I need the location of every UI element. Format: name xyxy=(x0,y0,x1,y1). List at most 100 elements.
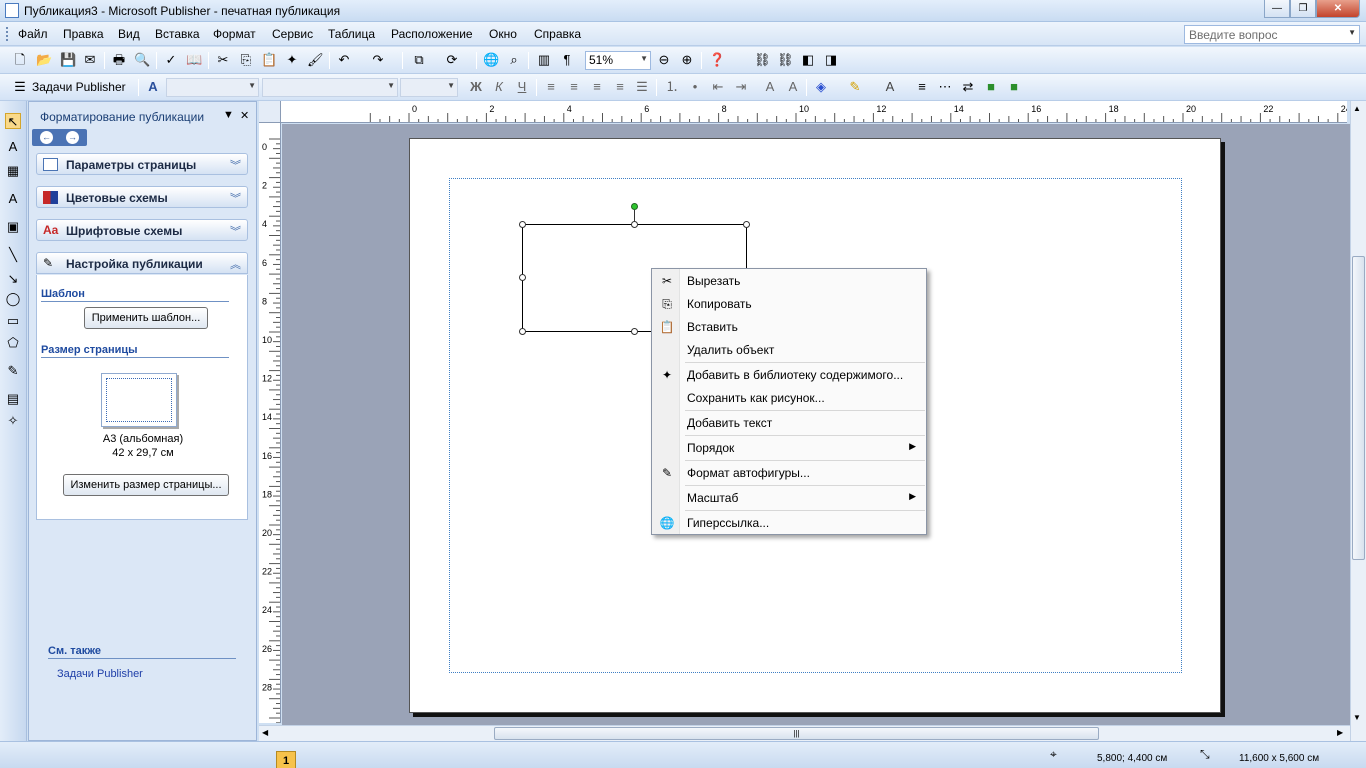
special-chars-icon[interactable]: ¶ xyxy=(559,52,575,68)
resize-handle[interactable] xyxy=(519,328,526,335)
menu-table[interactable]: Таблица xyxy=(328,27,375,41)
ask-question-input[interactable]: Введите вопрос ▼ xyxy=(1184,25,1360,44)
resize-handle[interactable] xyxy=(743,221,750,228)
format-painter-icon[interactable]: ✦ xyxy=(284,52,300,68)
menu-item-format-autoshape[interactable]: ✎ Формат автофигуры... xyxy=(654,462,924,484)
rectangle-icon[interactable]: ▭ xyxy=(5,313,21,329)
apply-template-button[interactable]: Применить шаблон... xyxy=(84,307,208,329)
business-info-icon[interactable]: ✧ xyxy=(5,413,21,429)
section-color-schemes[interactable]: Цветовые схемы ︾ xyxy=(36,186,248,208)
zoom-page-icon[interactable]: ⌕ xyxy=(506,52,522,68)
underline-button[interactable]: Ч xyxy=(514,79,530,95)
menu-item-delete-object[interactable]: Удалить объект xyxy=(654,339,924,361)
font-size-combo[interactable]: ▼ xyxy=(400,78,458,97)
decrease-indent-icon[interactable]: ⇤ xyxy=(710,79,726,95)
line-icon[interactable]: ╲ xyxy=(5,247,21,263)
email-icon[interactable]: ✉ xyxy=(82,52,98,68)
restore-button[interactable]: ❐ xyxy=(1290,0,1316,18)
menu-item-hyperlink[interactable]: 🌐 Гиперссылка... xyxy=(654,512,924,534)
print-preview-icon[interactable]: 🔍 xyxy=(134,52,150,68)
menu-view[interactable]: Вид xyxy=(118,27,140,41)
tasks-publisher-label[interactable]: Задачи Publisher xyxy=(32,80,126,94)
redo-icon[interactable]: ↷ xyxy=(370,52,386,68)
chevron-down-icon[interactable]: ▼ xyxy=(640,54,648,63)
back-icon[interactable]: ← xyxy=(40,131,53,144)
bold-button[interactable]: Ж xyxy=(468,79,484,95)
justify-icon[interactable]: ≡ xyxy=(612,79,628,95)
3d-style-icon[interactable]: ■ xyxy=(1006,79,1022,95)
wordart-icon[interactable]: A xyxy=(5,191,21,207)
section-page-options[interactable]: Параметры страницы ︾ xyxy=(36,153,248,175)
horizontal-scroll-thumb[interactable]: ||| xyxy=(494,727,1099,740)
copy-icon[interactable]: ⎘ xyxy=(238,52,254,68)
print-icon[interactable]: 🖶 xyxy=(111,52,127,68)
cut-icon[interactable]: ✂ xyxy=(215,52,231,68)
menu-tools[interactable]: Сервис xyxy=(272,27,313,41)
zoom-in-icon[interactable]: ⊕ xyxy=(679,52,695,68)
columns-icon[interactable]: ▥ xyxy=(536,52,552,68)
horizontal-scrollbar[interactable]: ◀ ||| ▶ xyxy=(259,725,1350,741)
prev-frame-icon[interactable]: ◧ xyxy=(800,52,816,68)
insert-table-icon[interactable]: ▦ xyxy=(5,163,21,179)
fill-color-icon[interactable]: ◈ xyxy=(813,79,829,95)
change-page-size-button[interactable]: Изменить размер страницы... xyxy=(63,474,229,496)
page-number-badge[interactable]: 1 xyxy=(276,751,296,768)
menu-item-paste[interactable]: 📋 Вставить xyxy=(654,316,924,338)
menu-item-order[interactable]: Порядок ▶ xyxy=(654,437,924,459)
line-color-icon[interactable]: ✎ xyxy=(847,79,863,95)
oval-icon[interactable]: ◯ xyxy=(5,291,21,307)
scroll-up-icon[interactable]: ▲ xyxy=(1353,104,1361,113)
help-icon[interactable]: ❓ xyxy=(709,52,725,68)
arrow-style-icon[interactable]: ⇄ xyxy=(960,79,976,95)
paste-icon[interactable]: 📋 xyxy=(261,52,277,68)
chevron-down-icon[interactable]: ▼ xyxy=(1348,28,1356,37)
align-right-icon[interactable]: ≡ xyxy=(589,79,605,95)
hotspot-icon[interactable]: ✎ xyxy=(5,363,21,379)
decrease-font-icon[interactable]: A xyxy=(762,79,778,95)
chevron-down-icon[interactable]: ▼ xyxy=(223,109,234,121)
zoom-combo[interactable]: 51% ▼ xyxy=(585,51,651,70)
scroll-left-icon[interactable]: ◀ xyxy=(262,728,268,737)
spelling-icon[interactable]: ✓ xyxy=(163,52,179,68)
section-font-schemes[interactable]: Aa Шрифтовые схемы ︾ xyxy=(36,219,248,241)
resize-handle[interactable] xyxy=(631,221,638,228)
research-icon[interactable]: 📖 xyxy=(186,52,202,68)
menu-item-add-text[interactable]: Добавить текст xyxy=(654,412,924,434)
menu-item-zoom[interactable]: Масштаб ▶ xyxy=(654,487,924,509)
next-frame-icon[interactable]: ◨ xyxy=(823,52,839,68)
font-color-icon[interactable]: A xyxy=(882,79,898,95)
chevron-down-icon[interactable]: ︾ xyxy=(230,223,241,239)
styles-icon[interactable]: A xyxy=(145,79,161,95)
rotate-icon[interactable]: ⟳ xyxy=(444,52,460,68)
forward-icon[interactable]: → xyxy=(66,131,79,144)
menu-item-copy[interactable]: ⎘ Копировать xyxy=(654,293,924,315)
bullets-icon[interactable]: • xyxy=(687,79,703,95)
bring-forward-icon[interactable]: ⧉ xyxy=(411,52,427,68)
hyperlink-icon[interactable]: 🌐 xyxy=(483,52,499,68)
align-center-icon[interactable]: ≡ xyxy=(566,79,582,95)
zoom-out-icon[interactable]: ⊖ xyxy=(656,52,672,68)
design-gallery-icon[interactable]: ▤ xyxy=(5,391,21,407)
chevron-down-icon[interactable]: ︾ xyxy=(230,157,241,173)
arrow-icon[interactable]: ↘ xyxy=(5,271,21,287)
chevron-up-icon[interactable]: ︽ xyxy=(230,256,241,272)
close-icon[interactable]: ✕ xyxy=(240,109,249,122)
line-style-icon[interactable]: ≡ xyxy=(914,79,930,95)
menu-item-save-as-picture[interactable]: Сохранить как рисунок... xyxy=(654,387,924,409)
minimize-button[interactable]: — xyxy=(1264,0,1290,18)
menu-edit[interactable]: Правка xyxy=(63,27,104,41)
dash-style-icon[interactable]: ⋯ xyxy=(937,79,953,95)
open-icon[interactable]: 📂 xyxy=(36,52,52,68)
scroll-down-icon[interactable]: ▼ xyxy=(1353,713,1361,722)
chevron-down-icon[interactable]: ▼ xyxy=(387,81,395,90)
tasks-publisher-link[interactable]: Задачи Publisher xyxy=(57,668,143,680)
section-publication-setup[interactable]: ✎ Настройка публикации ︽ xyxy=(36,252,248,274)
chevron-down-icon[interactable]: ▼ xyxy=(447,81,455,90)
resize-handle[interactable] xyxy=(631,328,638,335)
picture-icon[interactable]: ▣ xyxy=(5,219,21,235)
resize-handle[interactable] xyxy=(519,221,526,228)
new-icon[interactable]: 🗋 xyxy=(12,52,28,68)
distribute-icon[interactable]: ☰ xyxy=(634,79,650,95)
chevron-down-icon[interactable]: ︾ xyxy=(230,190,241,206)
rotation-handle[interactable] xyxy=(631,203,638,210)
